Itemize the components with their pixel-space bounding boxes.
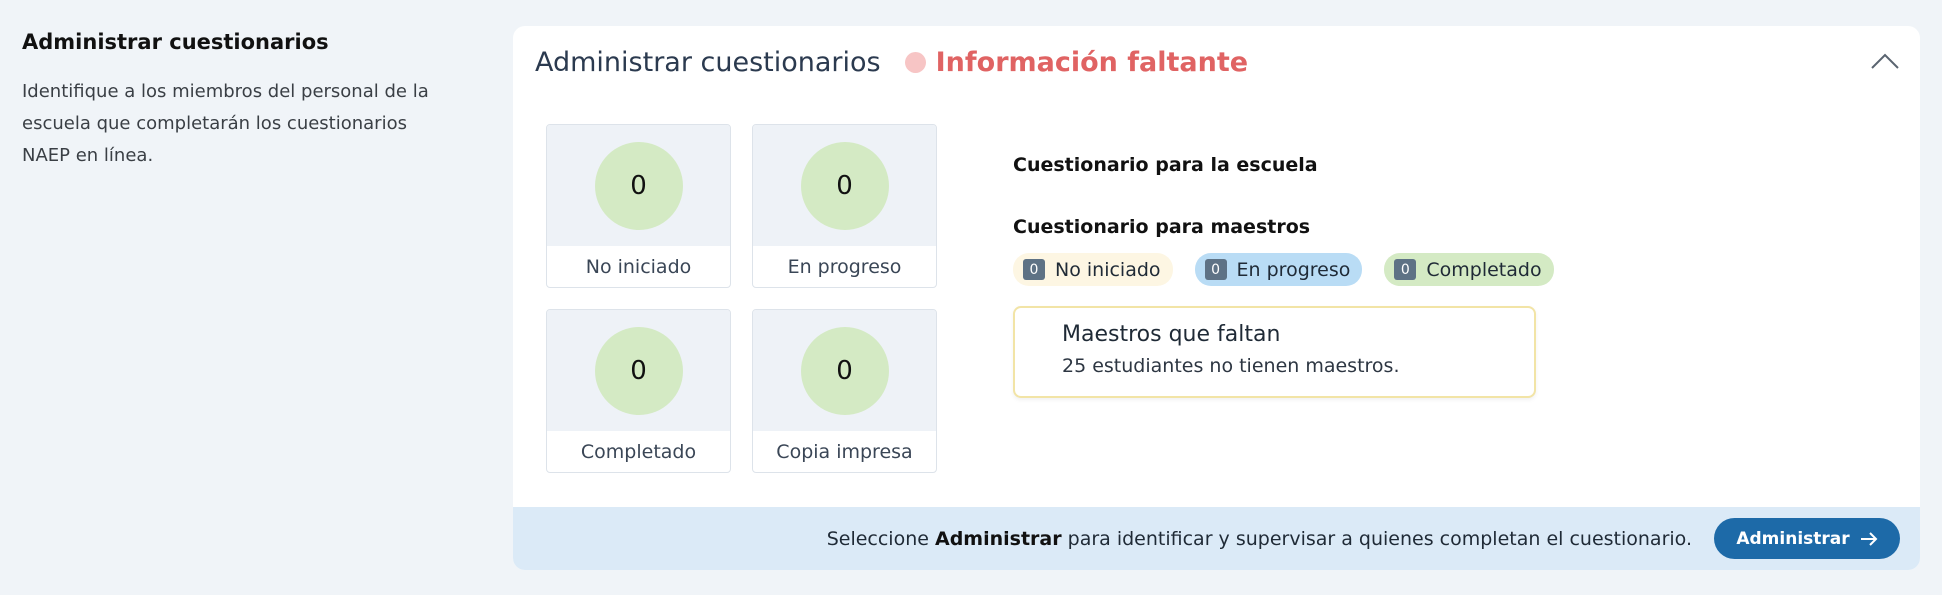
tile-label: No iniciado bbox=[585, 256, 692, 278]
footer-text-after: para identificar y supervisar a quienes … bbox=[1061, 527, 1692, 550]
status-text: Información faltante bbox=[935, 46, 1249, 78]
tile-count: 0 bbox=[594, 326, 683, 415]
alert-title: Maestros que faltan bbox=[1062, 322, 1281, 347]
chip-count: 0 bbox=[1204, 259, 1227, 280]
tile-count: 0 bbox=[800, 141, 889, 230]
footer-text-before: Seleccione bbox=[826, 527, 935, 550]
intro-title: Administrar cuestionarios bbox=[22, 30, 329, 54]
administer-button[interactable]: Administrar bbox=[1714, 518, 1900, 559]
chip-label: En progreso bbox=[1236, 258, 1351, 281]
questionnaire-status: Cuestionario para la escuela Cuestionari… bbox=[1013, 126, 1713, 398]
tile-label: Completado bbox=[580, 441, 697, 463]
intro-description: Identifique a los miembros del personal … bbox=[22, 81, 429, 166]
tile-label: En progreso bbox=[787, 256, 902, 278]
status-dot-icon bbox=[904, 51, 926, 73]
chip-label: No iniciado bbox=[1055, 258, 1161, 281]
teachers-questionnaire-label: Cuestionario para maestros bbox=[1013, 216, 1311, 238]
teacher-status-chips: 0 No iniciado 0 En progreso 0 Completado bbox=[1013, 253, 1713, 286]
tile-count: 0 bbox=[594, 141, 683, 230]
footer-text-bold: Administrar bbox=[934, 527, 1062, 550]
chip-in-progress: 0 En progreso bbox=[1194, 253, 1363, 286]
missing-teachers-alert: Maestros que faltan 25 estudiantes no ti… bbox=[1013, 306, 1536, 398]
alert-body: 25 estudiantes no tienen maestros. bbox=[1062, 355, 1400, 377]
card-footer: Seleccione Administrar para identificar … bbox=[513, 507, 1920, 570]
tile-in-progress: 0 En progreso bbox=[752, 124, 937, 288]
chevron-up-icon bbox=[1871, 53, 1899, 69]
status-tiles: 0 No iniciado 0 En progreso 0 Completado… bbox=[546, 124, 937, 473]
collapse-button[interactable] bbox=[1868, 44, 1902, 78]
chip-completed: 0 Completado bbox=[1384, 253, 1554, 286]
footer-instructions: Seleccione Administrar para identificar … bbox=[827, 528, 1692, 550]
tile-not-started: 0 No iniciado bbox=[546, 124, 731, 288]
chip-label: Completado bbox=[1426, 258, 1542, 281]
school-questionnaire-label: Cuestionario para la escuela bbox=[1013, 154, 1318, 176]
intro-section: Administrar cuestionarios Identifique a … bbox=[22, 30, 442, 172]
card-header: Administrar cuestionarios Información fa… bbox=[535, 42, 1248, 82]
chip-count: 0 bbox=[1023, 259, 1045, 280]
tile-hard-copy: 0 Copia impresa bbox=[752, 309, 937, 473]
administer-button-label: Administrar bbox=[1736, 528, 1850, 549]
chip-not-started: 0 No iniciado bbox=[1013, 253, 1173, 286]
chip-count: 0 bbox=[1394, 259, 1417, 280]
card-title: Administrar cuestionarios bbox=[535, 46, 881, 78]
tile-completed: 0 Completado bbox=[546, 309, 731, 473]
tile-label: Copia impresa bbox=[776, 441, 913, 463]
questionnaire-card: Administrar cuestionarios Información fa… bbox=[513, 26, 1920, 570]
arrow-right-icon bbox=[1860, 531, 1878, 546]
tile-count: 0 bbox=[800, 326, 889, 415]
